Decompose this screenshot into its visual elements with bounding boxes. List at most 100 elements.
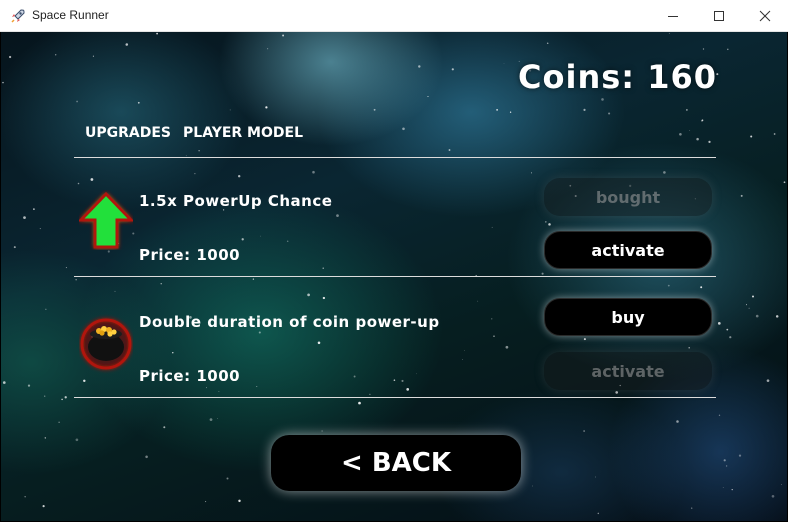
star xyxy=(92,55,94,57)
star xyxy=(608,112,611,115)
star xyxy=(44,437,46,439)
star xyxy=(137,101,140,104)
star xyxy=(163,426,166,429)
star xyxy=(601,98,604,101)
star xyxy=(75,279,77,281)
star xyxy=(509,111,512,113)
star xyxy=(13,246,16,249)
upgrade-title: 1.5x PowerUp Chance xyxy=(139,192,333,210)
star xyxy=(282,34,285,37)
star xyxy=(322,296,326,300)
star xyxy=(663,171,666,174)
star xyxy=(427,95,429,98)
star xyxy=(406,388,410,391)
upgrade-price: Price: 1000 xyxy=(139,246,241,264)
star xyxy=(238,499,241,503)
star xyxy=(401,379,404,382)
star xyxy=(312,170,315,174)
star xyxy=(27,384,31,387)
star xyxy=(505,345,509,349)
star xyxy=(726,328,729,331)
star xyxy=(722,487,724,488)
star xyxy=(731,488,733,491)
star xyxy=(750,135,753,138)
star xyxy=(752,295,754,298)
star xyxy=(696,137,699,141)
star xyxy=(402,127,405,131)
star xyxy=(322,267,324,269)
star xyxy=(160,283,162,285)
upgrade-screen: Coins: 160 UPGRADES PLAYER MODEL 1.5x Po… xyxy=(1,32,787,521)
star xyxy=(55,54,57,56)
star xyxy=(595,476,596,478)
star xyxy=(61,398,63,401)
star xyxy=(336,214,339,217)
star xyxy=(781,484,782,485)
star xyxy=(668,32,670,34)
divider xyxy=(74,276,716,277)
star xyxy=(532,485,533,487)
tab-player-model[interactable]: PLAYER MODEL xyxy=(183,125,303,141)
star xyxy=(241,238,244,241)
star xyxy=(708,140,711,144)
star xyxy=(491,318,493,320)
star xyxy=(77,182,80,185)
back-button[interactable]: < BACK xyxy=(271,435,521,491)
title-bar: Space Runner xyxy=(0,0,788,32)
star xyxy=(729,336,732,339)
star xyxy=(107,250,110,253)
star xyxy=(548,223,551,226)
upgrade-title: Double duration of coin power-up xyxy=(139,313,440,331)
star xyxy=(90,178,94,181)
star xyxy=(462,359,464,360)
star xyxy=(491,226,493,228)
star xyxy=(198,150,200,152)
star xyxy=(75,438,79,442)
star xyxy=(530,172,533,174)
star xyxy=(358,401,361,405)
star xyxy=(145,455,148,459)
green-arrow-up-icon xyxy=(79,191,133,249)
activate-button[interactable]: activate xyxy=(544,231,712,269)
star xyxy=(317,341,321,345)
star xyxy=(265,106,268,109)
divider xyxy=(74,397,716,398)
star xyxy=(8,55,12,59)
star xyxy=(65,267,67,269)
close-button[interactable] xyxy=(742,0,788,32)
star xyxy=(702,48,705,50)
tab-upgrades[interactable]: UPGRADES xyxy=(85,125,171,141)
star xyxy=(748,307,750,309)
star xyxy=(369,393,371,396)
upgrade-price: Price: 1000 xyxy=(139,367,241,385)
star xyxy=(2,381,6,384)
maximize-icon xyxy=(714,11,724,21)
star xyxy=(583,338,586,341)
star xyxy=(76,100,79,103)
rocket-icon xyxy=(11,9,25,23)
star xyxy=(597,512,600,515)
star xyxy=(24,496,26,498)
star xyxy=(39,228,41,230)
star xyxy=(23,216,26,219)
star xyxy=(546,42,549,44)
star xyxy=(321,430,323,432)
activate-button-disabled: activate xyxy=(544,352,712,390)
maximize-button[interactable] xyxy=(696,0,742,32)
star xyxy=(45,308,47,310)
star xyxy=(218,391,220,392)
star xyxy=(64,396,67,399)
star xyxy=(418,65,421,68)
star xyxy=(723,459,726,462)
star xyxy=(583,108,586,111)
star xyxy=(267,48,269,50)
star xyxy=(544,221,547,223)
star xyxy=(725,465,728,467)
minimize-button[interactable] xyxy=(650,0,696,32)
star xyxy=(206,387,207,389)
star xyxy=(125,43,129,46)
star xyxy=(755,314,759,318)
star xyxy=(238,175,241,178)
star xyxy=(307,293,310,297)
buy-button[interactable]: buy xyxy=(544,298,712,336)
